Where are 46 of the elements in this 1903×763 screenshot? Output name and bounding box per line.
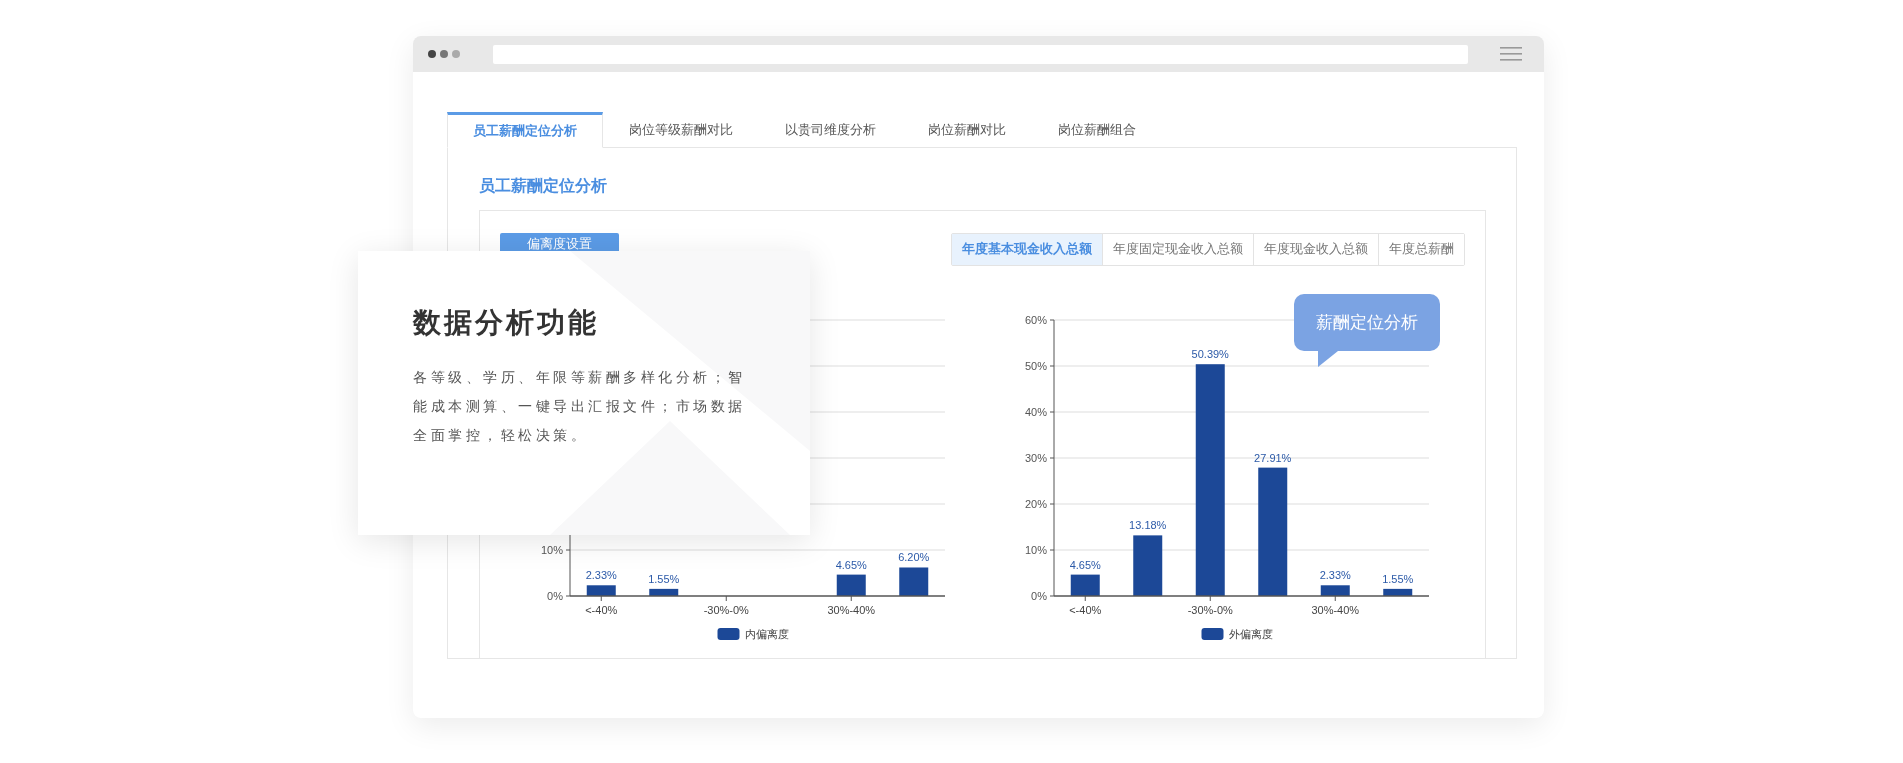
data-label: 1.55% xyxy=(1382,572,1414,585)
bar xyxy=(1133,535,1163,596)
y-tick-label: 0% xyxy=(1031,590,1047,602)
window-dots-icon xyxy=(427,49,461,59)
bar xyxy=(586,585,616,596)
x-tick-label: -30%-0% xyxy=(1187,604,1233,616)
bar xyxy=(1383,588,1413,596)
y-tick-label: 20% xyxy=(1024,498,1047,510)
data-label: 4.65% xyxy=(835,558,867,571)
section-title: 员工薪酬定位分析 xyxy=(479,176,608,196)
metric-option[interactable]: 年度总薪酬 xyxy=(1378,234,1464,265)
data-label: 13.18% xyxy=(1129,519,1167,532)
data-label: 2.33% xyxy=(585,569,617,582)
x-tick-label: <-40% xyxy=(1069,604,1102,616)
legend-label: 内偏离度 xyxy=(744,628,789,640)
x-tick-label: <-40% xyxy=(585,604,618,616)
menu-icon[interactable] xyxy=(1500,46,1522,62)
legend-label: 外偏离度 xyxy=(1228,628,1273,640)
data-label: 27.91% xyxy=(1254,451,1292,464)
bar xyxy=(649,588,679,596)
data-label: 2.33% xyxy=(1319,569,1351,582)
card-description: 各等级、学历、年限等薪酬多样化分析；智能成本测算、一键导出汇报文件；市场数据全面掌控，轻松决策。 xyxy=(413,368,747,445)
legend-swatch xyxy=(717,628,740,640)
y-tick-label: 10% xyxy=(1024,544,1047,556)
x-tick-label: 30%-40% xyxy=(1311,604,1360,616)
y-tick-label: 40% xyxy=(1024,406,1047,418)
metric-option[interactable]: 年度基本现金收入总额 xyxy=(952,234,1102,265)
y-tick-label: 60% xyxy=(1024,314,1047,326)
y-tick-label: 0% xyxy=(547,590,563,602)
card-title: 数据分析功能 xyxy=(413,305,600,341)
data-label: 50.39% xyxy=(1191,348,1229,361)
bar xyxy=(1320,585,1350,596)
bar xyxy=(836,574,866,596)
x-tick-label: 30%-40% xyxy=(827,604,876,616)
tooltip-tail xyxy=(1318,351,1338,367)
legend-swatch xyxy=(1201,628,1224,640)
data-label: 6.20% xyxy=(898,551,930,564)
data-label: 4.65% xyxy=(1069,558,1101,571)
y-tick-label: 30% xyxy=(1024,452,1047,464)
y-tick-label: 50% xyxy=(1024,360,1047,372)
y-tick-label: 10% xyxy=(540,544,563,556)
bar xyxy=(1070,574,1100,596)
tab[interactable]: 员工薪酬定位分析 xyxy=(447,112,603,148)
bar xyxy=(899,567,929,596)
x-tick-label: -30%-0% xyxy=(703,604,749,616)
data-label: 1.55% xyxy=(648,572,680,585)
